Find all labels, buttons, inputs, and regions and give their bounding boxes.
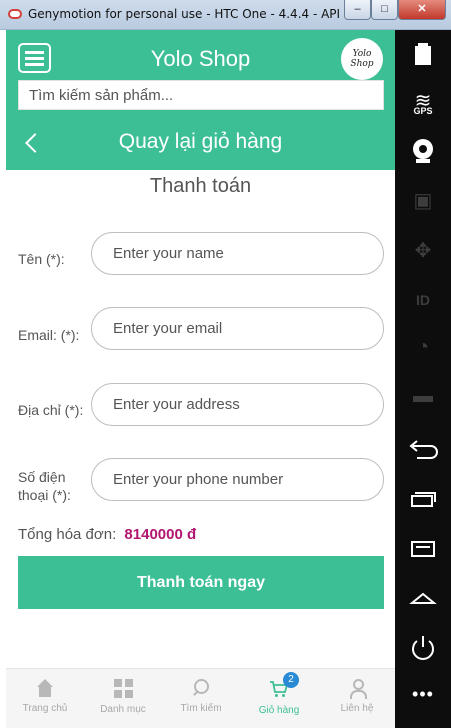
bottom-navigation: Trang chủ Danh mục Tìm kiếm 2 Giỏ hàng L… bbox=[6, 668, 395, 728]
nav-item-search[interactable]: Tìm kiếm bbox=[162, 669, 240, 728]
battery-icon[interactable] bbox=[395, 42, 451, 66]
total-amount: 8140000 đ bbox=[124, 526, 197, 543]
window-titlebar: Genymotion for personal use - HTC One - … bbox=[0, 0, 451, 30]
back-to-cart-title[interactable]: Quay lại giỏ hàng bbox=[6, 130, 395, 154]
rss-icon[interactable]: ◔ bbox=[395, 336, 451, 359]
name-field[interactable] bbox=[91, 232, 384, 275]
person-icon bbox=[348, 679, 367, 699]
email-field[interactable] bbox=[91, 307, 384, 350]
nav-label: Tìm kiếm bbox=[180, 703, 222, 714]
grid-icon bbox=[113, 679, 133, 698]
emulator-toolbar: ≋ GPS ▣ ✥ ID ◔ ▬ ••• bbox=[395, 30, 451, 728]
nav-item-home[interactable]: Trang chủ bbox=[6, 669, 84, 728]
name-label: Tên (*): bbox=[18, 251, 65, 267]
power-icon[interactable] bbox=[395, 635, 451, 661]
recent-apps-icon[interactable] bbox=[395, 490, 451, 508]
home-button-icon[interactable] bbox=[395, 590, 451, 606]
logo-text-bottom: Shop bbox=[350, 59, 374, 69]
maximize-button[interactable]: □ bbox=[371, 0, 398, 20]
logo-text-top: Yolo bbox=[352, 49, 372, 59]
app-header: Yolo Shop Yolo Shop Quay lại giỏ hàng bbox=[6, 30, 395, 170]
shop-title: Yolo Shop bbox=[150, 46, 251, 71]
nav-label: Liên hệ bbox=[340, 703, 374, 714]
order-total: Tổng hóa đơn: 8140000 đ bbox=[18, 526, 196, 543]
gps-label[interactable]: GPS bbox=[395, 106, 451, 116]
nav-label: Danh mục bbox=[100, 704, 146, 715]
pay-now-button[interactable]: Thanh toán ngay bbox=[18, 556, 384, 609]
search-icon bbox=[192, 679, 210, 697]
phone-field[interactable] bbox=[91, 458, 384, 501]
device-id-label[interactable]: ID bbox=[395, 292, 451, 308]
nav-item-categories[interactable]: Danh mục bbox=[84, 669, 162, 728]
menu-icon[interactable] bbox=[395, 540, 451, 558]
nav-label: Trang chủ bbox=[22, 703, 68, 714]
genymotion-app-icon bbox=[8, 9, 22, 19]
dpad-icon[interactable]: ✥ bbox=[395, 238, 451, 263]
search-input[interactable] bbox=[18, 80, 384, 110]
home-icon bbox=[36, 679, 54, 697]
nav-item-contact[interactable]: Liên hệ bbox=[318, 669, 396, 728]
cart-count-badge: 2 bbox=[283, 672, 299, 688]
total-label: Tổng hóa đơn: bbox=[18, 526, 117, 543]
page-title: Thanh toán bbox=[149, 175, 252, 197]
more-options-icon[interactable]: ••• bbox=[395, 684, 451, 705]
sms-icon[interactable]: ▬ bbox=[395, 385, 451, 408]
phone-label: Số điện thoại (*): bbox=[18, 469, 71, 503]
address-field[interactable] bbox=[91, 383, 384, 426]
back-icon[interactable] bbox=[395, 440, 451, 460]
screencast-icon[interactable]: ▣ bbox=[395, 188, 451, 213]
window-title: Genymotion for personal use - HTC One - … bbox=[28, 7, 383, 21]
app-screen: Yolo Shop Yolo Shop Quay lại giỏ hàng Th… bbox=[6, 30, 395, 728]
nav-item-cart[interactable]: 2 Giỏ hàng bbox=[240, 669, 318, 728]
address-label: Địa chỉ (*): bbox=[18, 402, 84, 418]
email-label: Email: (*): bbox=[18, 327, 80, 343]
close-button[interactable]: ✕ bbox=[398, 0, 446, 20]
nav-label: Giỏ hàng bbox=[258, 705, 300, 716]
webcam-icon[interactable] bbox=[395, 138, 451, 164]
minimize-button[interactable]: – bbox=[344, 0, 371, 20]
shop-logo: Yolo Shop bbox=[341, 38, 383, 80]
